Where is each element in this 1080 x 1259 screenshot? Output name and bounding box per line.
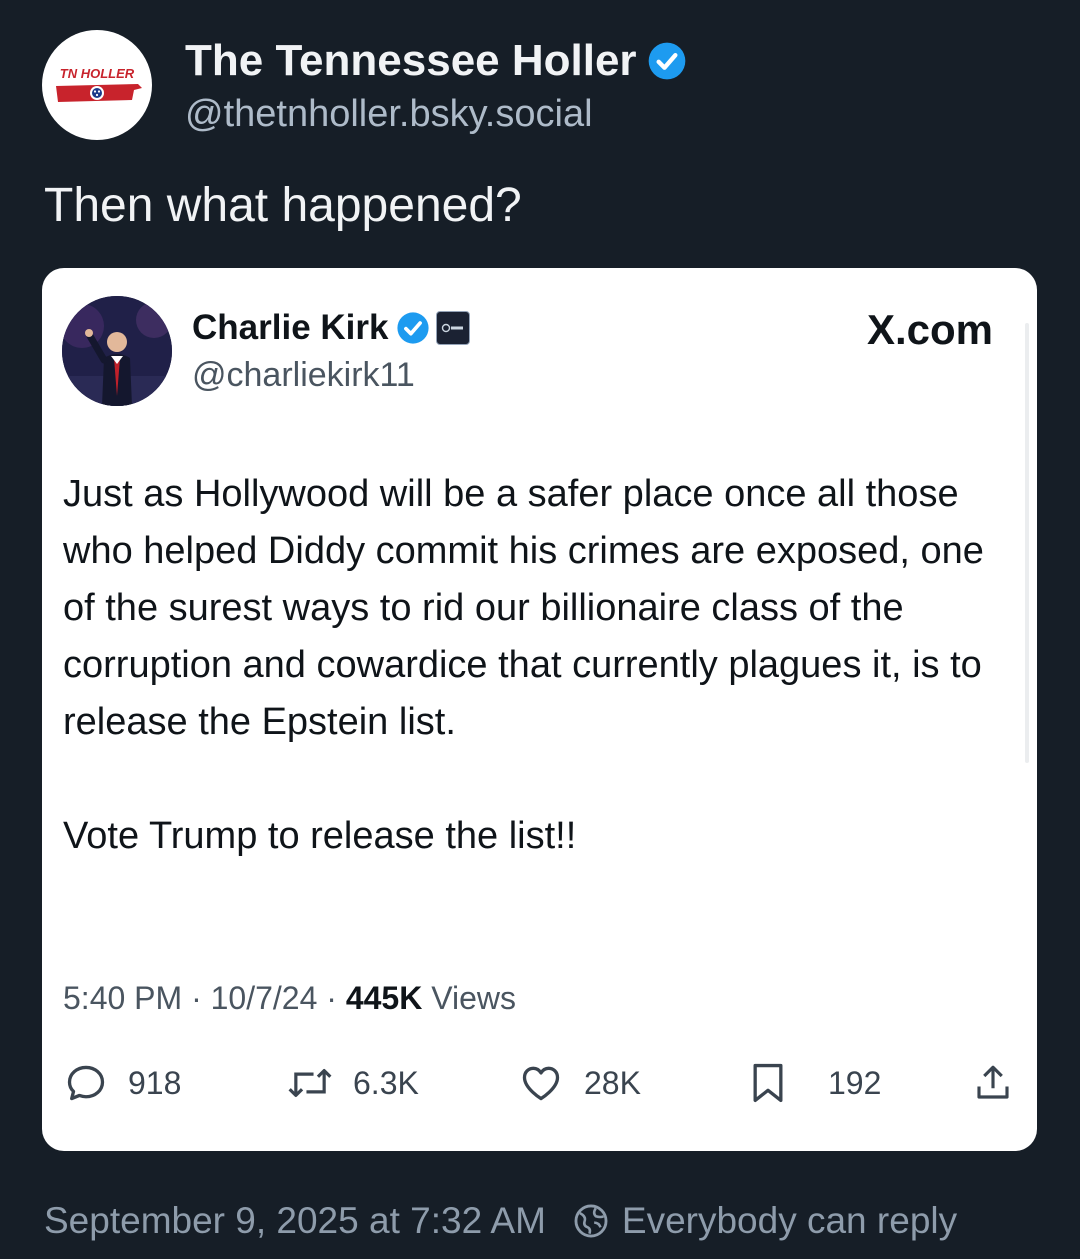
- logo-text: TN HOLLER: [60, 66, 135, 81]
- reply-button[interactable]: 918: [64, 1053, 181, 1113]
- verified-check-icon: [397, 312, 430, 344]
- tweet-actions: 918 6.3K 28K 192: [42, 1053, 1037, 1113]
- share-upload-icon: [977, 1065, 1009, 1099]
- embed-author-name-text: Charlie Kirk: [192, 308, 389, 347]
- verified-check-icon: [648, 42, 685, 80]
- embedded-tweet-card[interactable]: Charlie Kirk @charliekirk11 X.com Just a…: [42, 268, 1037, 1151]
- author-name[interactable]: The Tennessee Holler: [185, 36, 687, 86]
- card-scrollbar[interactable]: [1025, 323, 1029, 763]
- embed-author-name[interactable]: Charlie Kirk: [192, 308, 471, 348]
- author-name-text: The Tennessee Holler: [185, 36, 637, 85]
- post-text: Then what happened?: [44, 179, 522, 232]
- post-footer: September 9, 2025 at 7:32 AM Everybody c…: [44, 1200, 957, 1242]
- affiliation-badge-icon[interactable]: [436, 311, 471, 345]
- views-label: Views: [431, 980, 516, 1016]
- globe-icon: [574, 1204, 608, 1238]
- tweet-paragraph: Vote Trump to release the list!!: [63, 815, 577, 857]
- tweet-body: Just as Hollywood will be a safer place …: [63, 466, 993, 865]
- like-button[interactable]: 28K: [518, 1053, 641, 1113]
- tn-holler-logo: TN HOLLER: [56, 66, 142, 102]
- tweet-meta: 5:40 PM · 10/7/24 · 445K Views: [63, 980, 516, 1017]
- embed-author-avatar[interactable]: [62, 296, 172, 406]
- like-count: 28K: [584, 1064, 641, 1101]
- author-handle[interactable]: @thetnholler.bsky.social: [185, 93, 593, 136]
- bookmark-count: 192: [828, 1064, 882, 1101]
- reply-setting[interactable]: Everybody can reply: [622, 1200, 957, 1242]
- share-button[interactable]: [972, 1053, 1014, 1113]
- views-count: 445K: [345, 980, 423, 1016]
- bookmark-icon: [753, 1063, 783, 1103]
- source-label[interactable]: X.com: [867, 306, 993, 354]
- post-timestamp[interactable]: September 9, 2025 at 7:32 AM: [44, 1200, 546, 1242]
- meta-separator: ·: [182, 980, 211, 1016]
- tweet-date[interactable]: 10/7/24: [211, 980, 318, 1016]
- heart-icon: [522, 1066, 560, 1101]
- author-avatar[interactable]: TN HOLLER: [42, 30, 152, 140]
- person-avatar-image: [62, 296, 172, 406]
- tweet-time[interactable]: 5:40 PM: [63, 980, 182, 1016]
- tweet-paragraph: Just as Hollywood will be a safer place …: [63, 473, 984, 743]
- repost-count: 6.3K: [353, 1064, 419, 1101]
- embed-author-handle[interactable]: @charliekirk11: [192, 356, 415, 395]
- speech-bubble-icon: [67, 1065, 105, 1101]
- repost-arrows-icon: [288, 1069, 332, 1097]
- bookmark-button[interactable]: 192: [748, 1053, 881, 1113]
- post: TN HOLLER The Tennessee Holler @thetnhol…: [0, 0, 1080, 1259]
- reply-count: 918: [128, 1064, 182, 1101]
- meta-separator: ·: [317, 980, 346, 1016]
- repost-button[interactable]: 6.3K: [287, 1053, 419, 1113]
